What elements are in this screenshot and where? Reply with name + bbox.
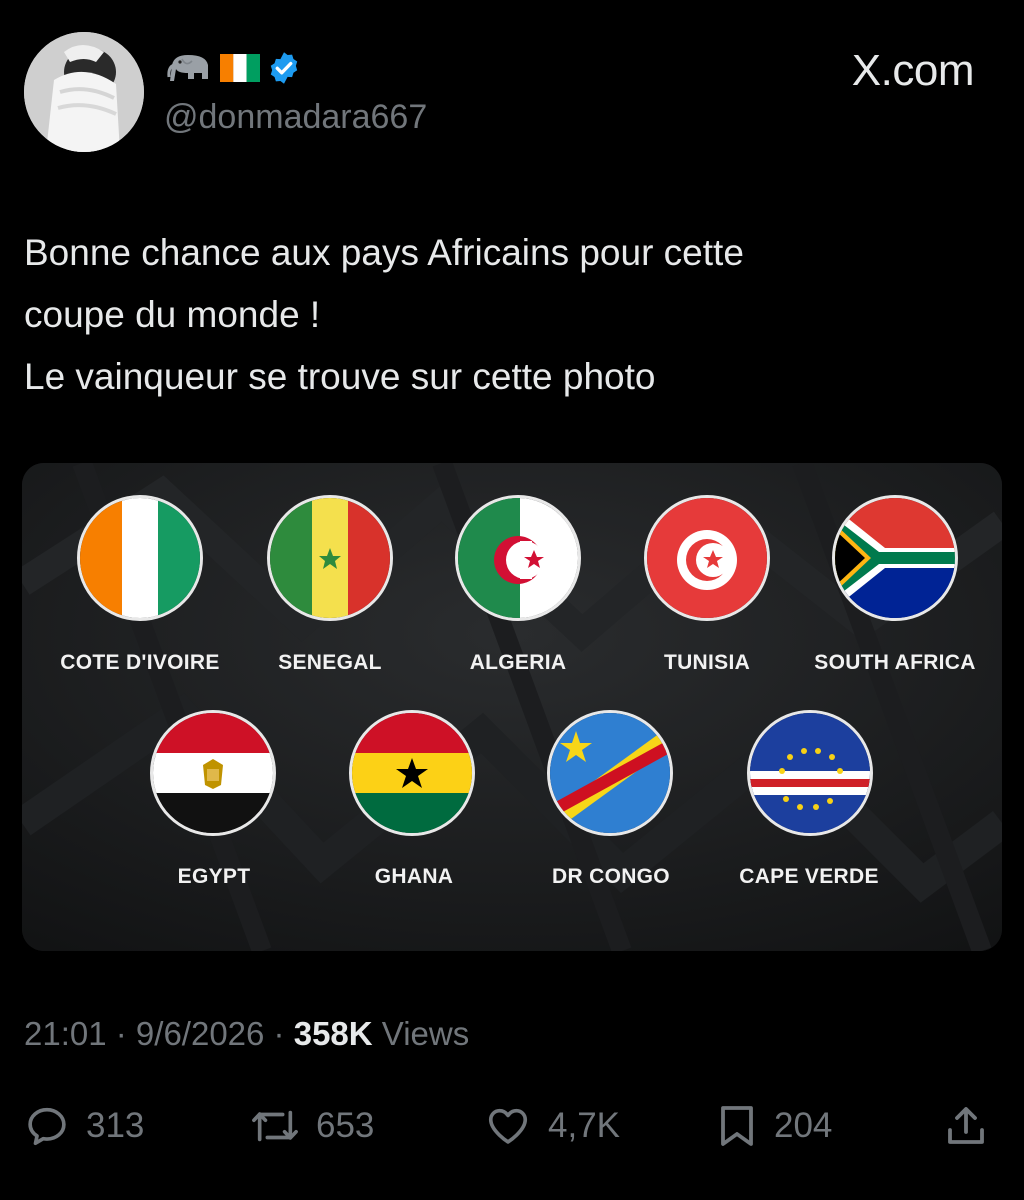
cote-divoire-flag: [77, 495, 203, 621]
verified-badge-icon: [266, 50, 302, 86]
like-count: 4,7K: [548, 1106, 620, 1145]
tweet-text: Bonne chance aux pays Africains pour cet…: [24, 222, 984, 408]
user-handle[interactable]: @donmadara667: [164, 98, 427, 137]
tweet-media-image[interactable]: COTE D'IVOIRE SENEGAL ALGERIA TUNISIA SO…: [22, 463, 1002, 951]
meta-separator: ·: [264, 1015, 294, 1052]
repost-button[interactable]: 653: [250, 1098, 374, 1154]
repost-count: 653: [316, 1106, 375, 1145]
repost-icon: [250, 1103, 300, 1149]
views-label: Views: [372, 1015, 470, 1052]
south-africa-flag: [832, 495, 958, 621]
cape-verde-flag: [747, 710, 873, 836]
elephant-icon: [166, 51, 214, 85]
country-label: DR CONGO: [552, 865, 670, 888]
ghana-flag: [349, 710, 475, 836]
share-icon: [942, 1102, 990, 1150]
bookmark-button[interactable]: 204: [716, 1098, 832, 1154]
user-avatar[interactable]: [24, 32, 144, 152]
ivory-coast-flag-icon: [220, 54, 260, 82]
country-label: EGYPT: [177, 865, 251, 888]
share-button[interactable]: [942, 1098, 990, 1154]
country-label: SOUTH AFRICA: [814, 651, 976, 674]
reply-button[interactable]: 313: [24, 1098, 144, 1154]
tweet-line: Le vainqueur se trouve sur cette photo: [24, 356, 656, 397]
bookmark-icon: [716, 1102, 758, 1150]
algeria-flag: [455, 495, 581, 621]
country-label: COTE D'IVOIRE: [60, 651, 220, 674]
heart-icon: [484, 1103, 532, 1149]
tweet-time: 21:01: [24, 1015, 107, 1052]
country-label: SENEGAL: [278, 651, 382, 674]
tweet-timestamp[interactable]: 21:01 · 9/6/2026 · 358K Views: [24, 1015, 469, 1053]
tweet-date: 9/6/2026: [135, 1015, 265, 1052]
reply-icon: [24, 1103, 70, 1149]
country-label: CAPE VERDE: [739, 865, 879, 888]
country-label: TUNISIA: [663, 651, 751, 674]
meta-separator: ·: [106, 1015, 136, 1052]
egypt-flag: [150, 710, 276, 836]
like-button[interactable]: 4,7K: [484, 1098, 620, 1154]
action-bar: 313 653 4,7K 204: [0, 1098, 1024, 1154]
tweet-line: Bonne chance aux pays Africains pour cet…: [24, 232, 744, 273]
views-count: 358K: [293, 1015, 373, 1052]
reply-count: 313: [86, 1106, 145, 1145]
senegal-flag: [267, 495, 393, 621]
brand-watermark: X.com: [851, 46, 975, 95]
tunisia-flag: [644, 495, 770, 621]
country-label: ALGERIA: [469, 651, 567, 674]
tweet-line: coupe du monde !: [24, 294, 321, 335]
country-label: GHANA: [374, 865, 454, 888]
dr-congo-flag: [547, 710, 673, 836]
bookmark-count: 204: [774, 1106, 833, 1145]
display-name[interactable]: [166, 48, 302, 88]
